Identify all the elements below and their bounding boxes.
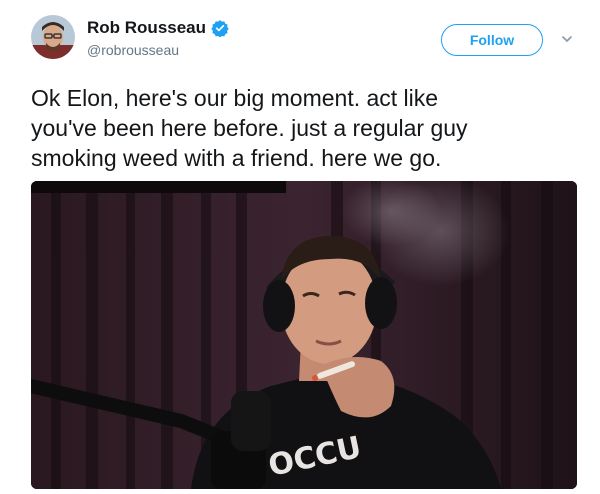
tweet-text: Ok Elon, here's our big moment. act like… [31,85,468,171]
author-handle[interactable]: @robrousseau [87,42,179,58]
tweet-card: Rob Rousseau @robrousseau Follow Ok Elon… [0,0,600,494]
author-display-name[interactable]: Rob Rousseau [87,18,206,38]
avatar[interactable] [31,15,75,59]
chevron-down-icon[interactable] [561,33,573,45]
verified-badge-icon [211,20,229,37]
author-name-row[interactable]: Rob Rousseau [87,18,229,38]
tweet-photo[interactable]: OCCU [31,181,577,489]
follow-button[interactable]: Follow [441,24,543,56]
